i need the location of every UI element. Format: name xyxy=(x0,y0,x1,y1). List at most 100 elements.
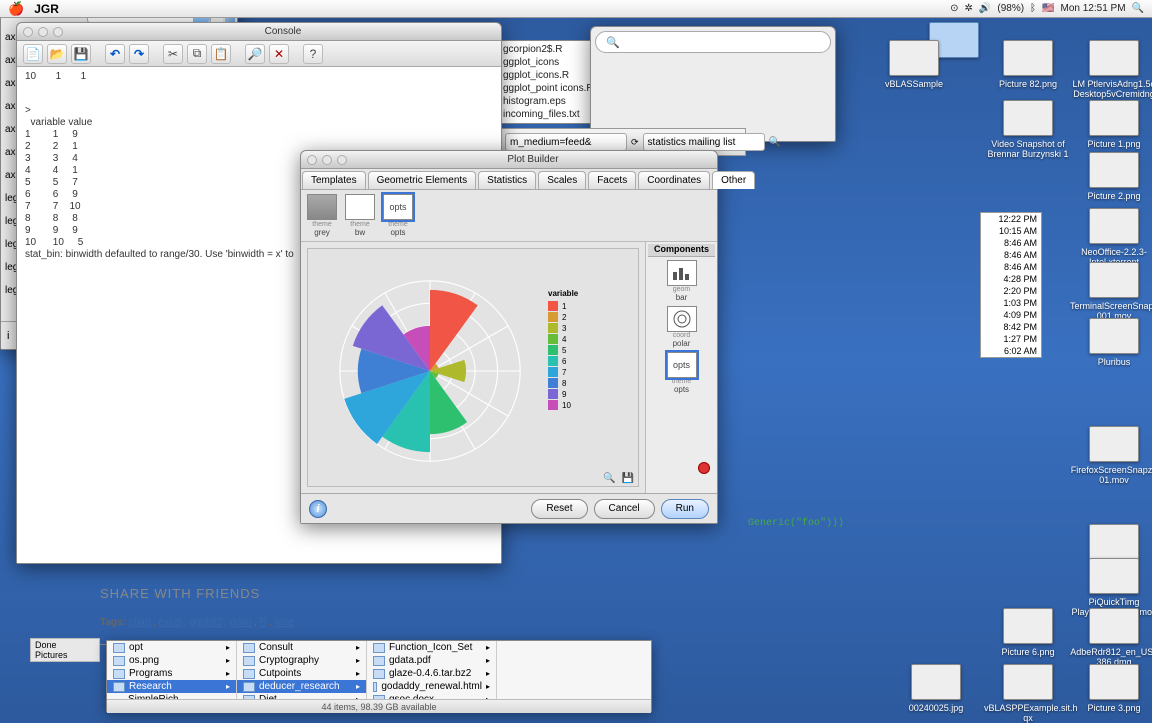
paste-icon[interactable]: 📋 xyxy=(211,44,231,64)
desktop-item[interactable]: Video Snapshot ofBrennar Burzynski 1 xyxy=(984,100,1072,159)
component-polar[interactable]: coordpolar xyxy=(648,306,715,348)
delete-component-icon[interactable] xyxy=(698,462,710,474)
desktop-item[interactable]: Picture 3.png xyxy=(1070,664,1152,713)
desktop-item[interactable]: Pluribus xyxy=(1070,318,1152,367)
times-list: 12:22 PM10:15 AM8:46 AM8:46 AM8:46 AM4:2… xyxy=(980,212,1042,358)
theme-chip-bw[interactable]: themebw xyxy=(343,194,377,237)
menu-extra-icon[interactable]: ⊙ xyxy=(950,3,958,14)
finder-item[interactable]: Cryptography▸ xyxy=(237,654,366,667)
tab-scales[interactable]: Scales xyxy=(538,171,586,189)
finder-item[interactable]: os.png▸ xyxy=(107,654,236,667)
cut-icon[interactable]: ✂ xyxy=(163,44,183,64)
finder-item[interactable]: deducer_research▸ xyxy=(237,680,366,693)
zoom-icon[interactable]: 🔍 xyxy=(603,473,615,484)
finder-item[interactable]: Diet▸ xyxy=(237,693,366,699)
plot-builder-title: Plot Builder xyxy=(355,154,711,165)
save-icon[interactable]: 💾 xyxy=(71,44,91,64)
app-name[interactable]: JGR xyxy=(34,2,59,16)
timestamp-cell: 1:27 PM xyxy=(981,333,1041,345)
desktop-item[interactable]: LM PtlervisAdng1.5oDesktop5vCremidng xyxy=(1070,40,1152,99)
search-field[interactable]: 🔍 xyxy=(595,31,831,53)
theme-chip-grey[interactable]: themegrey xyxy=(305,194,339,237)
finder-item[interactable]: Programs▸ xyxy=(107,667,236,680)
info-icon[interactable]: i xyxy=(309,500,327,518)
desktop-item[interactable]: 00240025.jpg xyxy=(892,664,980,713)
finder-item[interactable]: gsoc.docx▸ xyxy=(367,693,496,699)
volume-icon[interactable]: 🔊 xyxy=(979,3,991,14)
legend-item: 8 xyxy=(548,378,632,388)
chart-legend: variable 12345678910 xyxy=(548,289,632,411)
window-controls[interactable] xyxy=(23,27,63,37)
status-done: DonePictures xyxy=(30,638,100,662)
timestamp-cell: 4:28 PM xyxy=(981,273,1041,285)
export-icon[interactable]: 💾 xyxy=(622,473,634,484)
reset-button[interactable]: Reset xyxy=(531,499,587,519)
finder-item[interactable]: Function_Icon_Set▸ xyxy=(367,641,496,654)
desktop-item[interactable]: vBLASSample xyxy=(870,40,958,89)
finder-item[interactable]: SimpleRich…properties▸ xyxy=(107,693,236,699)
info-icon[interactable]: i xyxy=(7,330,9,342)
menu-extra-icon[interactable]: ✲ xyxy=(965,3,973,14)
tab-geometric-elements[interactable]: Geometric Elements xyxy=(368,171,477,189)
finder-item[interactable]: Research▸ xyxy=(107,680,236,693)
tag-link[interactable]: excel xyxy=(159,617,182,628)
tab-facets[interactable]: Facets xyxy=(588,171,636,189)
finder-item[interactable]: gdata.pdf▸ xyxy=(367,654,496,667)
legend-item: 6 xyxy=(548,356,632,366)
plot-builder-titlebar[interactable]: Plot Builder xyxy=(301,151,717,169)
url-field[interactable] xyxy=(505,133,627,151)
theme-chip-strip: themegreythemebwoptsthemeopts xyxy=(301,190,717,242)
window-controls[interactable] xyxy=(307,155,347,165)
new-icon[interactable]: 📄 xyxy=(23,44,43,64)
timestamp-cell: 10:15 AM xyxy=(981,225,1041,237)
theme-chip-opts[interactable]: optsthemeopts xyxy=(381,194,415,237)
finder-item[interactable]: opt▸ xyxy=(107,641,236,654)
bluetooth-icon[interactable]: ᛒ xyxy=(1030,3,1036,14)
open-icon[interactable]: 📂 xyxy=(47,44,67,64)
finder-item[interactable]: Consult▸ xyxy=(237,641,366,654)
tag-link[interactable]: rose xyxy=(274,617,293,628)
component-opts[interactable]: optsthemeopts xyxy=(648,352,715,394)
finder-item[interactable]: Cutpoints▸ xyxy=(237,667,366,680)
plot-builder-window: Plot Builder TemplatesGeometric Elements… xyxy=(300,150,718,524)
redo-icon[interactable]: ↷ xyxy=(129,44,149,64)
undo-icon[interactable]: ↶ xyxy=(105,44,125,64)
desktop-item[interactable]: FirefoxScreenSnapz001.mov xyxy=(1070,426,1152,485)
desktop-item[interactable]: vBLASPPExample.sit.hqx xyxy=(984,664,1072,723)
cancel-button[interactable]: Cancel xyxy=(594,499,655,519)
help-icon[interactable]: ? xyxy=(303,44,323,64)
browser-search-field[interactable] xyxy=(643,133,765,151)
legend-item: 3 xyxy=(548,323,632,333)
run-button[interactable]: Run xyxy=(661,499,709,519)
find-icon[interactable]: 🔎 xyxy=(245,44,265,64)
desktop-item[interactable]: Picture 1.png xyxy=(1070,100,1152,149)
share-heading: SHARE WITH FRIENDS xyxy=(100,586,410,601)
spotlight-icon[interactable]: 🔍 xyxy=(1132,3,1144,14)
tab-templates[interactable]: Templates xyxy=(302,171,366,189)
desktop-item[interactable]: TerminalScreenSnapz001.mov xyxy=(1070,262,1152,321)
finder-item[interactable]: godaddy_renewal.html▸ xyxy=(367,680,496,693)
tab-other[interactable]: Other xyxy=(712,171,755,189)
apple-menu-icon[interactable]: 🍎 xyxy=(8,1,24,17)
console-titlebar[interactable]: Console xyxy=(17,23,501,41)
tag-link[interactable]: chart xyxy=(129,617,151,628)
timestamp-cell: 1:03 PM xyxy=(981,297,1041,309)
stop-icon[interactable]: ✕ xyxy=(269,44,289,64)
finder-item[interactable]: glaze-0.4.6.tar.bz2▸ xyxy=(367,667,496,680)
tag-link[interactable]: polar xyxy=(230,617,252,628)
tab-statistics[interactable]: Statistics xyxy=(478,171,536,189)
tab-coordinates[interactable]: Coordinates xyxy=(638,171,710,189)
desktop-item[interactable]: AdbeRdr812_en_US.i386.dmg xyxy=(1070,608,1152,667)
desktop-item[interactable]: Picture 2.png xyxy=(1070,152,1152,201)
desktop-item[interactable]: Picture 82.png xyxy=(984,40,1072,89)
blog-tag-strip: SHARE WITH FRIENDS Tags: chart, excel, g… xyxy=(100,586,410,645)
desktop-item[interactable]: Picture 6.png xyxy=(984,608,1072,657)
tag-link[interactable]: ggplot2 xyxy=(189,617,222,628)
flag-icon[interactable]: 🇺🇸 xyxy=(1042,3,1054,14)
desktop-item[interactable]: NeoOffice-2.2.3-Intel.xtorrent xyxy=(1070,208,1152,267)
component-bar[interactable]: geombar xyxy=(648,260,715,302)
copy-icon[interactable]: ⧉ xyxy=(187,44,207,64)
code-fragment: Generic("foo"))) xyxy=(748,518,844,529)
tag-link[interactable]: R xyxy=(260,617,267,628)
clock[interactable]: Mon 12:51 PM xyxy=(1061,3,1126,14)
